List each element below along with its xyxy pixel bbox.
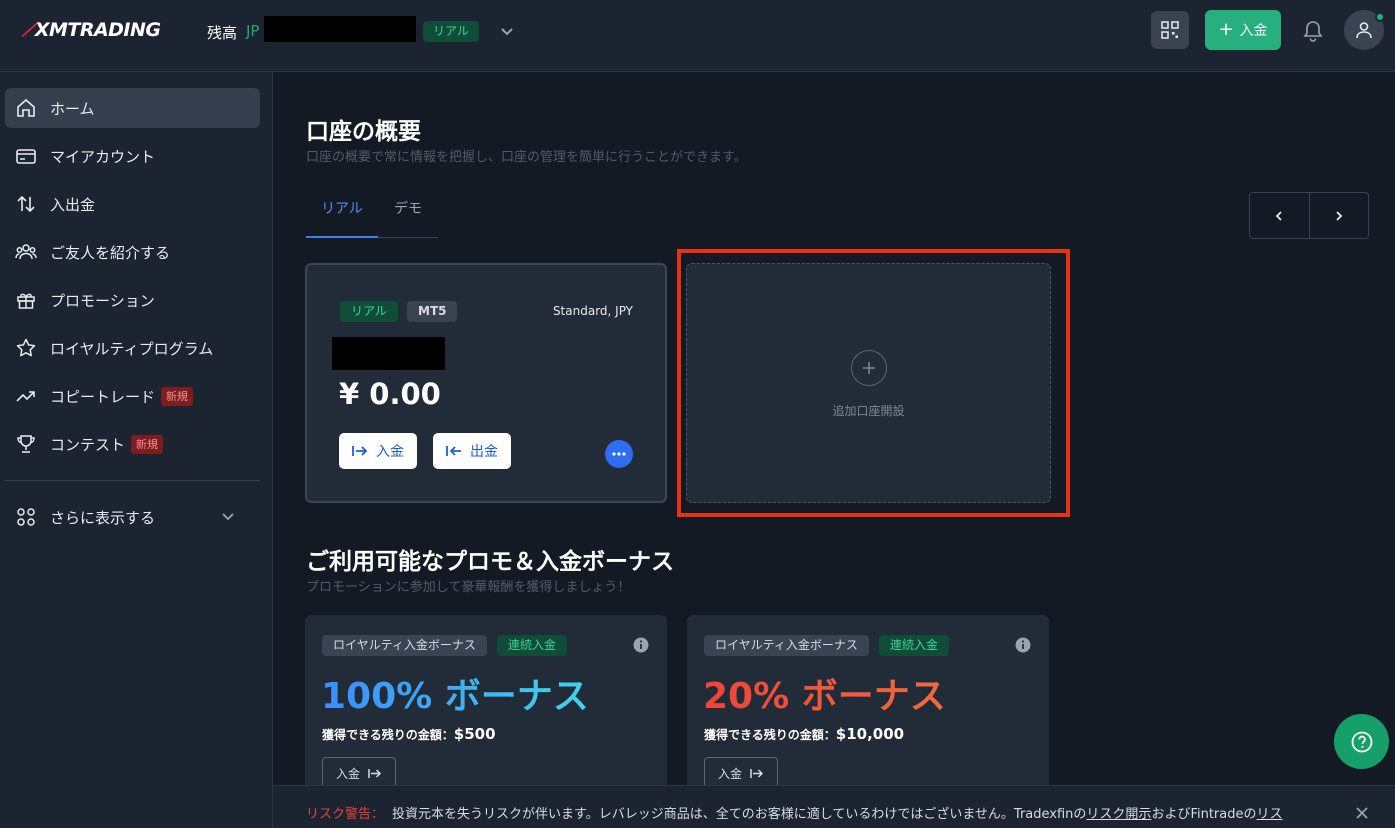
sidebar-item-deposit-withdraw[interactable]: 入出金: [5, 184, 260, 224]
promo-type: 連続入金: [879, 635, 950, 656]
bonus-headline: 20% ボーナス: [703, 667, 946, 719]
account-more-button[interactable]: [605, 440, 633, 468]
new-badge: 新規: [131, 434, 164, 454]
page-title: 口座の概要: [306, 119, 421, 145]
qr-code-button[interactable]: [1151, 11, 1189, 49]
help-button[interactable]: [1334, 714, 1389, 769]
promo-tag: ロイヤルティ入金ボーナス: [322, 635, 487, 656]
bell-icon[interactable]: [1302, 19, 1324, 43]
sidebar-item-copy-trade[interactable]: コピートレード 新規: [5, 376, 260, 416]
deposit-arrow-icon: [368, 768, 382, 778]
sidebar-item-home[interactable]: ホーム: [5, 88, 260, 128]
star-icon: [14, 336, 38, 360]
page-subtitle: 口座の概要で常に情報を把握し、口座の管理を簡単に行うことができます。: [306, 150, 747, 165]
promo-tag: ロイヤルティ入金ボーナス: [704, 635, 869, 656]
sidebar-item-my-account[interactable]: マイアカウント: [5, 136, 260, 176]
balance-label: 残高: [207, 24, 238, 42]
bonus-headline: 100% ボーナス: [321, 667, 589, 719]
deposit-button[interactable]: + 入金: [1205, 10, 1281, 50]
sidebar: ホーム マイアカウント 入出金 ご友人を紹介する プロモーション ロイヤルティプ…: [0, 72, 273, 828]
sidebar-show-more[interactable]: さらに表示する: [5, 497, 260, 537]
more-dots-icon: [612, 452, 626, 456]
user-avatar[interactable]: [1344, 10, 1385, 50]
promotions-title: ご利用可能なプロモ＆入金ボーナス: [306, 549, 674, 575]
add-account-card[interactable]: 追加口座開設: [686, 263, 1051, 503]
real-badge: リアル: [340, 301, 398, 322]
sidebar-divider: [5, 480, 260, 481]
chevron-down-icon[interactable]: [498, 22, 516, 40]
chevron-down-icon: [222, 513, 234, 521]
risk-warning-banner: リスク警告： 投資元本を失うリスクが伴います。レバレッジ商品は、全てのお客様に適し…: [273, 785, 1395, 828]
trend-icon: [14, 384, 38, 408]
qr-icon: [1161, 21, 1179, 39]
online-status-dot: [1375, 12, 1385, 22]
balance-currency: JP: [246, 22, 260, 40]
card-icon: [14, 144, 38, 168]
next-button[interactable]: [1310, 193, 1369, 238]
new-badge: 新規: [161, 386, 194, 406]
people-icon: [14, 240, 38, 264]
remaining-amount: 獲得できる残りの金額：$10,000: [704, 725, 905, 743]
account-withdraw-button[interactable]: 出金: [433, 433, 511, 469]
account-type: Standard, JPY: [552, 304, 633, 318]
account-card: リアル MT5 Standard, JPY ¥ 0.00 入金 出金: [305, 263, 667, 503]
gift-icon: [14, 288, 38, 312]
redacted-balance: [264, 16, 416, 42]
deposit-arrow-icon: [750, 768, 764, 778]
account-type-badge: リアル: [423, 21, 479, 42]
risk-warning-label: リスク警告：: [306, 807, 385, 822]
close-icon[interactable]: [1355, 806, 1369, 820]
promotions-subtitle: プロモーションに参加して豪華報酬を獲得しましょう！: [306, 580, 631, 595]
platform-badge: MT5: [407, 301, 458, 322]
sidebar-item-promotions[interactable]: プロモーション: [5, 280, 260, 320]
risk-disclosure-link[interactable]: リスク開示: [1086, 807, 1151, 822]
xm-logo[interactable]: ⟋XMTRADING: [22, 19, 161, 41]
transfer-icon: [14, 192, 38, 216]
account-deposit-button[interactable]: 入金: [339, 433, 417, 469]
home-icon: [14, 96, 38, 120]
tab-real[interactable]: リアル: [306, 200, 378, 238]
promo-type: 連続入金: [497, 635, 568, 656]
risk-link-2[interactable]: リス: [1256, 807, 1282, 822]
grid-icon: [14, 505, 38, 529]
sidebar-item-loyalty[interactable]: ロイヤルティプログラム: [5, 328, 260, 368]
help-icon: [1351, 731, 1372, 752]
remaining-amount: 獲得できる残りの金額：$500: [322, 725, 496, 743]
top-bar: ⟋XMTRADING 残高 JP リアル + 入金: [0, 0, 1395, 72]
redacted-account-number: [332, 337, 445, 370]
tab-demo[interactable]: デモ: [378, 200, 438, 238]
chevron-left-icon: [1275, 210, 1282, 221]
plus-icon: +: [1218, 19, 1234, 40]
sidebar-item-referral[interactable]: ご友人を紹介する: [5, 232, 260, 272]
deposit-arrow-icon: [352, 446, 368, 456]
user-icon: [1356, 22, 1372, 39]
account-pager: [1249, 192, 1369, 239]
trophy-icon: [14, 432, 38, 456]
sidebar-item-contest[interactable]: コンテスト 新規: [5, 424, 260, 464]
info-icon[interactable]: [1015, 637, 1031, 653]
chevron-right-icon: [1336, 210, 1343, 221]
info-icon[interactable]: [633, 637, 649, 653]
add-account-label: 追加口座開設: [832, 404, 905, 418]
withdraw-arrow-icon: [446, 446, 461, 456]
risk-text: 投資元本を失うリスクが伴います。レバレッジ商品は、全てのお客様に適しているわけで…: [392, 807, 1087, 822]
account-balance: ¥ 0.00: [339, 377, 441, 411]
prev-button[interactable]: [1250, 193, 1310, 238]
add-plus-icon: [851, 350, 887, 386]
